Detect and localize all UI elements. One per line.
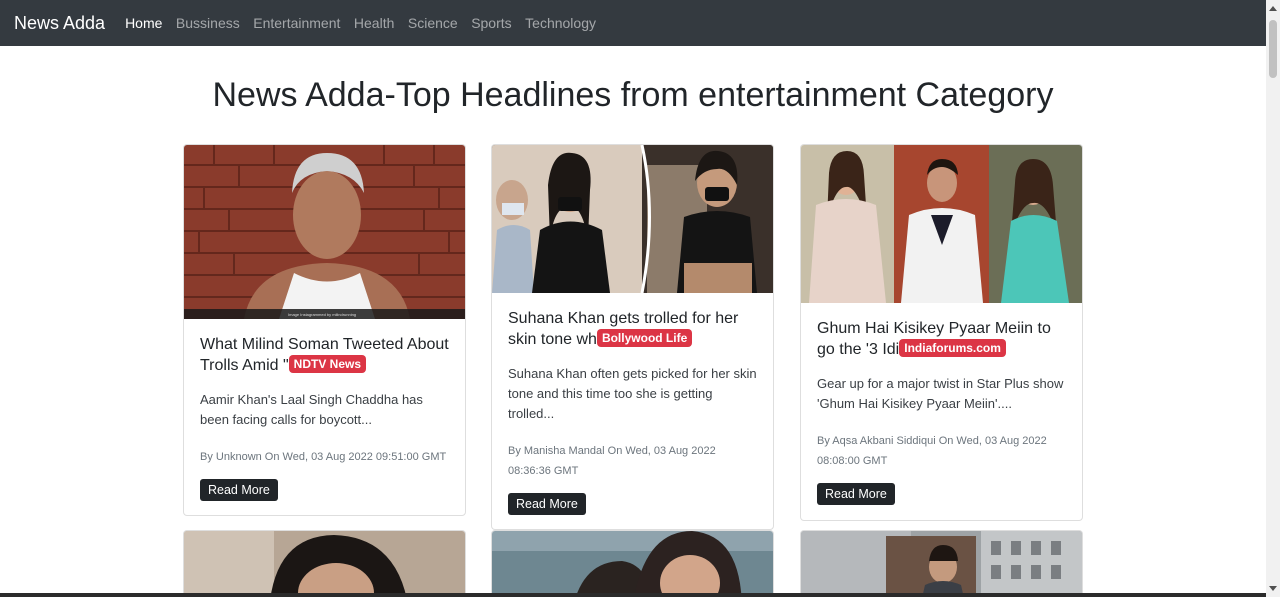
- read-more-button[interactable]: Read More: [200, 479, 278, 501]
- source-badge: NDTV News: [288, 355, 367, 373]
- news-card-description: Gear up for a major twist in Star Plus s…: [817, 376, 1064, 411]
- nav-link-business[interactable]: Bussiness: [176, 15, 240, 31]
- news-image-tv-actors: [801, 145, 1082, 303]
- source-badge: Indiaforums.com: [899, 339, 1006, 357]
- news-card-title: Suhana Khan gets trolled for her skin to…: [508, 309, 757, 350]
- brand-logo-link[interactable]: News Adda: [14, 13, 105, 34]
- news-card-body: Ghum Hai Kisikey Pyaar Meiin to go the '…: [801, 303, 1082, 505]
- scroll-up-arrow-icon[interactable]: [1269, 6, 1277, 11]
- news-card: [491, 530, 774, 597]
- image-caption: Image Instagrammed by milindrunning: [288, 312, 356, 317]
- nav-link-home[interactable]: Home: [125, 15, 162, 31]
- news-card-title: Ghum Hai Kisikey Pyaar Meiin to go the '…: [817, 319, 1066, 360]
- nav-link-science[interactable]: Science: [408, 15, 458, 31]
- news-image-man-brick-wall: Image Instagrammed by milindrunning: [184, 145, 465, 319]
- window-bottom-edge: [0, 593, 1266, 597]
- news-card: [183, 530, 466, 597]
- scrollbar-thumb[interactable]: [1269, 20, 1277, 78]
- top-navbar: News Adda Home Bussiness Entertainment H…: [0, 0, 1266, 46]
- news-card-meta: By Aqsa Akbani Siddiqui On Wed, 03 Aug 2…: [817, 435, 1047, 467]
- news-card-image[interactable]: Image Instagrammed by milindrunning: [184, 145, 465, 319]
- nav-link-technology[interactable]: Technology: [525, 15, 596, 31]
- news-image-suhana-khan: [492, 145, 773, 293]
- news-card-image[interactable]: [492, 531, 773, 597]
- news-image-street-scene: [801, 531, 1082, 597]
- news-card: Ghum Hai Kisikey Pyaar Meiin to go the '…: [800, 144, 1083, 521]
- read-more-button[interactable]: Read More: [817, 483, 895, 505]
- news-card-image[interactable]: [801, 531, 1082, 597]
- news-card: Image Instagrammed by milindrunning What…: [183, 144, 466, 516]
- news-card-title: What Milind Soman Tweeted About Trolls A…: [200, 335, 449, 376]
- news-card-image[interactable]: [801, 145, 1082, 303]
- scroll-down-arrow-icon[interactable]: [1269, 586, 1277, 591]
- news-image-beach-selfie: [492, 531, 773, 597]
- news-card-description: Suhana Khan often gets picked for her sk…: [508, 366, 757, 421]
- nav-link-entertainment[interactable]: Entertainment: [253, 15, 340, 31]
- news-image-portrait: [184, 531, 465, 597]
- vertical-scrollbar[interactable]: [1266, 0, 1280, 597]
- news-card: [800, 530, 1083, 597]
- page-title: News Adda-Top Headlines from entertainme…: [212, 76, 1054, 114]
- source-badge: Bollywood Life: [596, 329, 693, 347]
- news-card-image[interactable]: [492, 145, 773, 293]
- news-card-image[interactable]: [184, 531, 465, 597]
- news-card-body: What Milind Soman Tweeted About Trolls A…: [184, 319, 465, 501]
- news-card-body: Suhana Khan gets trolled for her skin to…: [492, 293, 773, 515]
- news-card-meta: By Unknown On Wed, 03 Aug 2022 09:51:00 …: [200, 451, 447, 463]
- read-more-button[interactable]: Read More: [508, 493, 586, 515]
- news-card-meta: By Manisha Mandal On Wed, 03 Aug 2022 08…: [508, 445, 716, 477]
- nav-link-health[interactable]: Health: [354, 15, 394, 31]
- news-card-description: Aamir Khan's Laal Singh Chaddha has been…: [200, 392, 423, 427]
- news-card: Suhana Khan gets trolled for her skin to…: [491, 144, 774, 530]
- nav-link-sports[interactable]: Sports: [471, 15, 511, 31]
